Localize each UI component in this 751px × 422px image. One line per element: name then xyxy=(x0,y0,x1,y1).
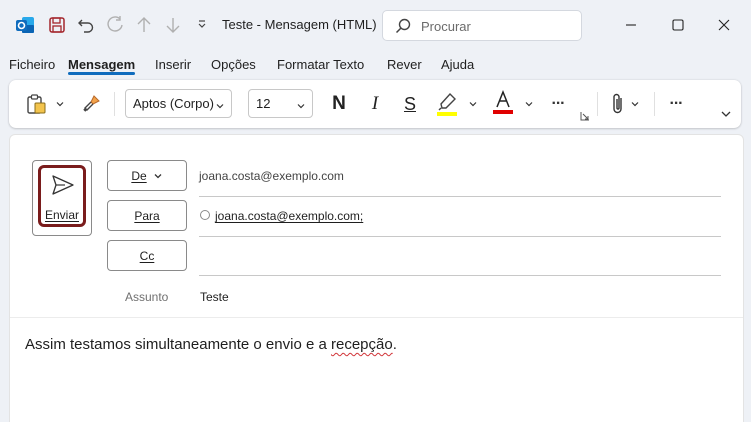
font-size-value: 12 xyxy=(256,96,271,111)
menu-formatar-texto[interactable]: Formatar Texto xyxy=(277,57,364,72)
font-size-dropdown[interactable]: 12 xyxy=(248,89,313,118)
cc-button[interactable]: Cc xyxy=(107,240,187,271)
cc-label: Cc xyxy=(139,248,155,263)
chevron-down-icon xyxy=(296,99,306,114)
font-name-value: Aptos (Corpo) xyxy=(133,96,214,111)
send-focus-ring: Enviar xyxy=(38,165,86,227)
expand-ribbon-chevron-icon[interactable] xyxy=(719,107,733,121)
down-arrow-icon[interactable] xyxy=(161,13,185,37)
up-arrow-icon[interactable] xyxy=(132,13,156,37)
body-text-start: Assim testamos simultaneamente o envio e… xyxy=(25,336,331,353)
body-divider xyxy=(10,317,743,318)
to-divider xyxy=(199,236,721,237)
send-icon xyxy=(51,174,75,199)
more-formatting-button[interactable]: ··· xyxy=(545,92,571,116)
search-input[interactable] xyxy=(421,17,571,35)
menu-mensagem[interactable]: Mensagem xyxy=(68,57,135,72)
ribbon-separator xyxy=(654,92,655,116)
compose-area: Enviar De joana.costa@exemplo.com Para j… xyxy=(9,134,744,422)
to-button[interactable]: Para xyxy=(107,200,187,231)
redo-icon[interactable] xyxy=(103,13,127,37)
italic-button[interactable]: I xyxy=(363,92,387,116)
maximize-button[interactable] xyxy=(655,10,701,40)
highlight-icon[interactable] xyxy=(434,90,460,118)
menu-ajuda[interactable]: Ajuda xyxy=(441,57,474,72)
paste-chevron-icon[interactable] xyxy=(54,98,66,110)
search-box[interactable] xyxy=(382,10,582,41)
menu-ficheiro[interactable]: Ficheiro xyxy=(9,57,55,72)
paste-icon[interactable] xyxy=(23,92,49,116)
ribbon-separator xyxy=(597,92,598,116)
menu-inserir[interactable]: Inserir xyxy=(155,57,191,72)
to-label: Para xyxy=(134,208,160,223)
search-icon xyxy=(394,17,412,38)
outlook-icon xyxy=(13,13,37,37)
font-name-dropdown[interactable]: Aptos (Corpo) xyxy=(125,89,232,118)
chevron-down-icon xyxy=(153,171,163,181)
window-title: Teste - Mensagem (HTML) xyxy=(222,17,377,32)
customize-chevron-icon[interactable] xyxy=(190,13,214,37)
format-painter-icon[interactable] xyxy=(79,92,103,116)
close-button[interactable] xyxy=(701,10,747,40)
body-text-end: . xyxy=(392,336,397,353)
cc-field[interactable] xyxy=(199,249,699,269)
active-tab-indicator xyxy=(68,72,135,75)
save-icon[interactable] xyxy=(45,13,69,37)
menu-rever[interactable]: Rever xyxy=(387,57,422,72)
presence-icon xyxy=(200,210,210,220)
send-label: Enviar xyxy=(44,208,79,222)
from-divider xyxy=(199,196,721,197)
subject-field[interactable]: Teste xyxy=(200,290,229,304)
dialog-launcher-icon[interactable] xyxy=(579,110,591,122)
from-label: De xyxy=(131,168,147,183)
from-button[interactable]: De xyxy=(107,160,187,191)
menu-opcoes[interactable]: Opções xyxy=(211,57,256,72)
underline-button[interactable]: S xyxy=(398,92,422,116)
ribbon-separator xyxy=(114,92,115,116)
message-body[interactable]: Assim testamos simultaneamente o envio e… xyxy=(25,336,397,353)
font-color-icon[interactable] xyxy=(491,88,515,116)
bold-button[interactable]: N xyxy=(327,92,351,116)
cc-divider xyxy=(199,275,721,276)
attach-file-icon[interactable] xyxy=(607,91,629,117)
send-button[interactable]: Enviar xyxy=(32,160,92,236)
chevron-down-icon xyxy=(215,99,225,114)
more-commands-button[interactable]: ··· xyxy=(663,92,689,116)
attach-chevron-icon[interactable] xyxy=(629,98,641,110)
title-bar: Teste - Mensagem (HTML) xyxy=(0,0,751,50)
highlight-chevron-icon[interactable] xyxy=(467,98,479,110)
font-color-chevron-icon[interactable] xyxy=(523,98,535,110)
ribbon: Aptos (Corpo) 12 N I S ··· ··· xyxy=(9,80,741,128)
undo-icon[interactable] xyxy=(74,13,98,37)
minimize-button[interactable] xyxy=(608,10,654,40)
misspelled-word: recepção xyxy=(330,336,393,353)
to-recipient[interactable]: joana.costa@exemplo.com; xyxy=(215,209,363,223)
from-value: joana.costa@exemplo.com xyxy=(199,169,344,183)
subject-label: Assunto xyxy=(125,290,169,304)
